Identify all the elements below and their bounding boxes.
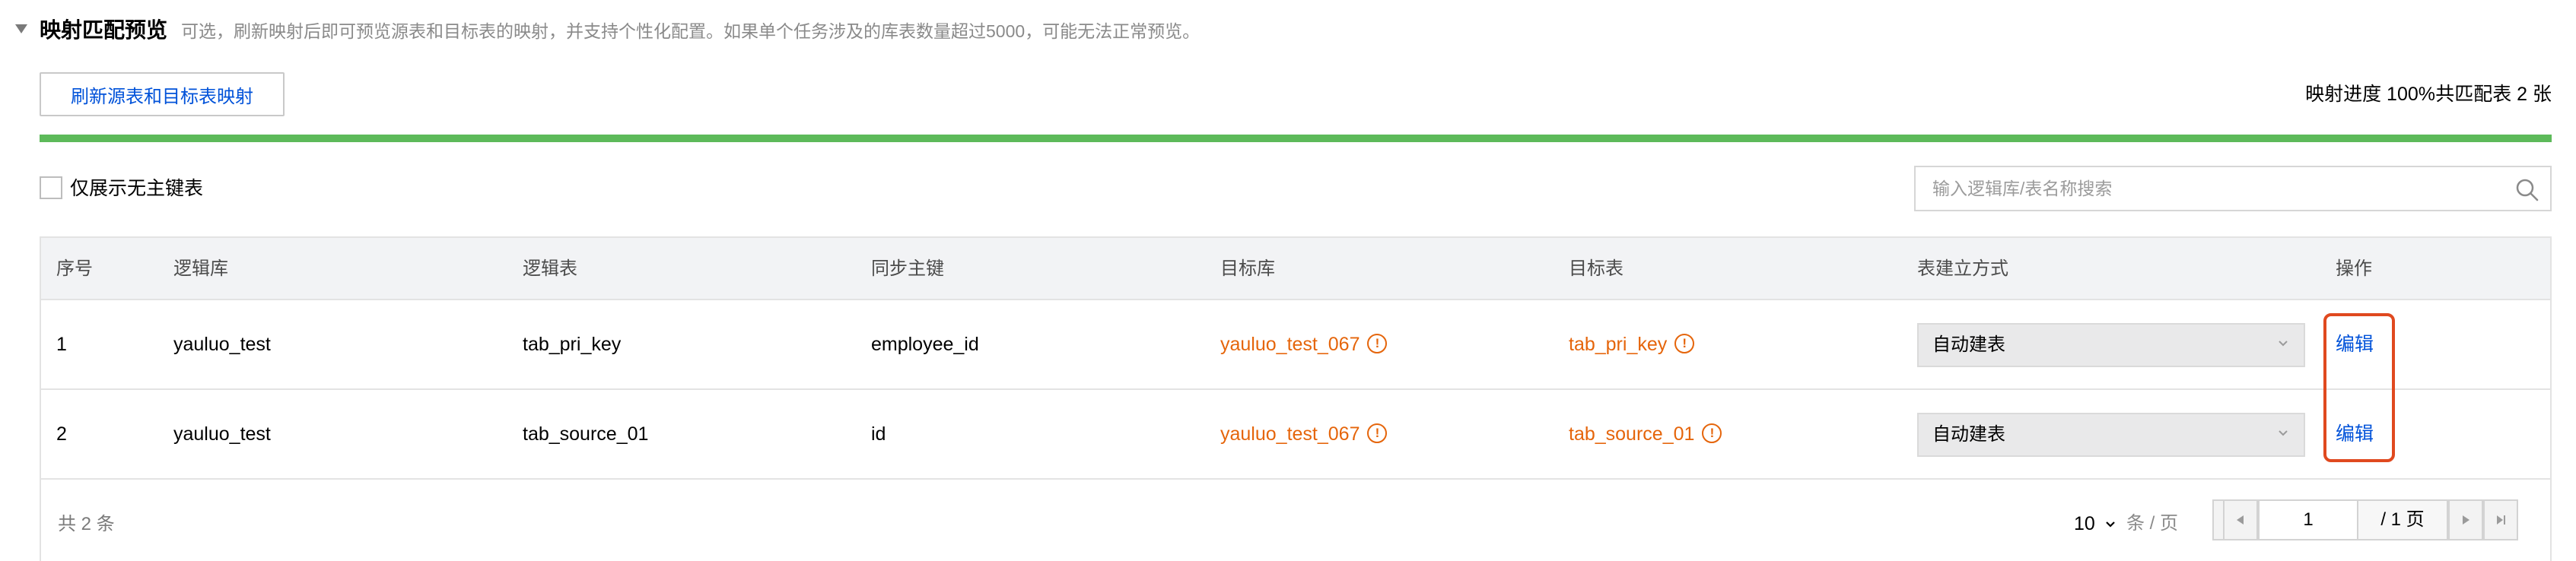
total-pages-label: / 1 页 [2358, 499, 2448, 540]
row-target-table: tab_pri_key! [1569, 300, 1695, 388]
row-logic-db: yauluo_test [173, 334, 271, 355]
column-header-logic-db: 逻辑库 [173, 258, 228, 279]
mapping-table: 序号 逻辑库 逻辑表 同步主键 目标库 目标表 表建立方式 操作 1 yaulu… [40, 236, 2552, 561]
total-count: 共 2 条 [58, 514, 115, 534]
row-logic-table: tab_pri_key [523, 334, 622, 355]
column-header-action: 操作 [2336, 258, 2372, 279]
row-target-db-text: yauluo_test_067 [1220, 423, 1360, 445]
column-header-target-table: 目标表 [1569, 258, 1624, 279]
table-row: 2 yauluo_test tab_source_01 id yauluo_te… [41, 390, 2550, 480]
column-header-create-mode: 表建立方式 [1917, 258, 2008, 279]
last-page-icon [2497, 515, 2505, 525]
row-sync-pk: id [871, 423, 886, 445]
page-size-value: 10 [2074, 513, 2095, 534]
section-title: 映射匹配预览 [40, 18, 168, 42]
create-mode-select[interactable]: 自动建表 [1917, 413, 2305, 457]
search-input[interactable]: 输入逻辑库/表名称搜索 [1914, 166, 2552, 211]
row-index: 2 [56, 423, 67, 445]
row-sync-pk: employee_id [871, 334, 979, 355]
chevron-down-icon [2278, 428, 2288, 439]
last-page-button[interactable] [2483, 499, 2518, 540]
column-header-index: 序号 [56, 258, 93, 279]
collapse-toggle-icon[interactable] [15, 24, 27, 33]
mapping-progress-fill [40, 135, 2552, 142]
column-header-logic-table: 逻辑表 [523, 258, 577, 279]
search-placeholder: 输入逻辑库/表名称搜索 [1932, 179, 2113, 198]
mapping-progress-bar [40, 135, 2552, 142]
column-header-target-db: 目标库 [1220, 258, 1275, 279]
current-page-input[interactable]: 1 [2258, 499, 2358, 540]
chevron-down-icon [2105, 521, 2115, 528]
row-target-db: yauluo_test_067! [1220, 390, 1388, 478]
chevron-down-icon [2278, 338, 2288, 349]
table-row: 1 yauluo_test tab_pri_key employee_id ya… [41, 300, 2550, 390]
row-target-table: tab_source_01! [1569, 390, 1722, 478]
row-target-db-text: yauluo_test_067 [1220, 334, 1360, 355]
row-target-table-text: tab_source_01 [1569, 423, 1695, 445]
warning-icon[interactable]: ! [1367, 423, 1388, 444]
search-icon[interactable] [2515, 178, 2539, 202]
row-index: 1 [56, 334, 67, 355]
section-hint: 可选，刷新映射后即可预览源表和目标表的映射，并支持个性化配置。如果单个任务涉及的… [181, 21, 1201, 41]
page-size-unit: 条 / 页 [2126, 513, 2179, 534]
row-logic-table: tab_source_01 [523, 423, 649, 445]
row-target-db: yauluo_test_067! [1220, 300, 1388, 388]
table-header: 序号 逻辑库 逻辑表 同步主键 目标库 目标表 表建立方式 操作 [41, 238, 2550, 300]
page-size-select[interactable]: 10 [2074, 509, 2116, 539]
prev-page-button[interactable] [2223, 499, 2258, 540]
warning-icon[interactable]: ! [1702, 423, 1722, 444]
next-page-button[interactable] [2448, 499, 2483, 540]
warning-icon[interactable]: ! [1674, 334, 1695, 354]
create-mode-value: 自动建表 [1932, 334, 2005, 355]
warning-icon[interactable]: ! [1367, 334, 1388, 354]
only-no-pk-label[interactable]: 仅展示无主键表 [70, 174, 203, 203]
create-mode-select[interactable]: 自动建表 [1917, 323, 2305, 367]
refresh-mapping-button[interactable]: 刷新源表和目标表映射 [40, 72, 285, 116]
mapping-progress-text: 映射进度 100% [2305, 84, 2435, 105]
row-logic-db: yauluo_test [173, 423, 271, 445]
prev-page-icon [2237, 515, 2244, 525]
row-target-table-text: tab_pri_key [1569, 334, 1668, 355]
create-mode-value: 自动建表 [1932, 424, 2005, 445]
matched-tables-count: 共匹配表 2 张 [2435, 84, 2552, 105]
column-header-sync-pk: 同步主键 [871, 258, 944, 279]
only-no-pk-checkbox[interactable] [40, 176, 62, 199]
edit-column-highlight [2323, 313, 2395, 462]
next-page-icon [2463, 515, 2469, 525]
